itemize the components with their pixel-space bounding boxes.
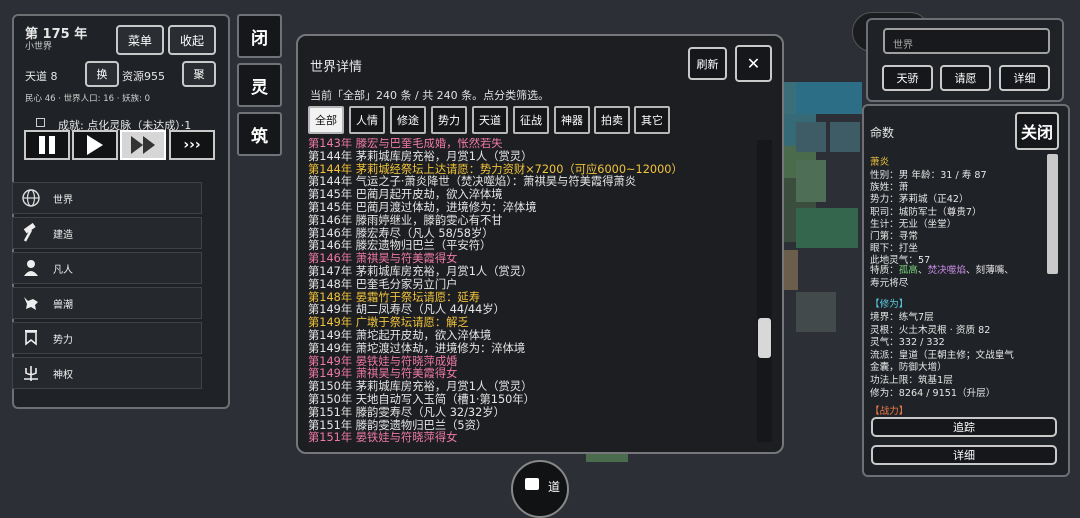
menu-button[interactable]: 菜单 xyxy=(116,25,164,55)
nav-label: 神权 xyxy=(53,369,73,381)
map-tile-mountain xyxy=(830,122,860,152)
cultivation-line: 修为：8264 / 9151（升层） xyxy=(870,387,996,399)
tab-auction[interactable]: 拍卖 xyxy=(594,106,630,134)
character-scrollbar[interactable] xyxy=(1047,154,1058,274)
close-icon: ✕ xyxy=(746,54,761,73)
map-tile-path xyxy=(784,250,798,290)
log-entry: 第145年 巴蔺月渡过体劫，进境修为：淬体境 xyxy=(308,200,537,214)
log-summary: 当前「全部」240 条 / 共 240 条。点分类筛选。 xyxy=(310,89,550,102)
nav-label: 建造 xyxy=(53,229,73,241)
prodigy-button[interactable]: 天骄 xyxy=(882,65,933,91)
nav-item-build[interactable]: 建造 xyxy=(12,217,202,249)
dao-button[interactable]: 道 xyxy=(511,460,569,518)
tab-other[interactable]: 其它 xyxy=(634,106,670,134)
nav-item-beast-tide[interactable]: 兽潮 xyxy=(12,287,202,319)
log-entry: 第151年 滕韵雯寿尽（凡人 32/32岁） xyxy=(308,405,505,419)
log-entry: 第149年 萧坨渡过体劫，进境修为：淬体境 xyxy=(308,341,526,355)
log-entry: 第146年 滕雨婷继业，滕韵雯心有不甘 xyxy=(308,213,503,227)
log-scrollbar-thumb[interactable] xyxy=(758,318,771,358)
collapse-button[interactable]: 收起 xyxy=(168,25,216,55)
gather-button[interactable]: 聚 xyxy=(182,61,216,87)
map-tile-mountain xyxy=(796,292,836,332)
dao-label: 道 xyxy=(548,480,561,494)
map-tile-mountain xyxy=(796,122,826,152)
log-entry: 第144年 茅莉城库房充裕，月赏1人（赏灵） xyxy=(308,149,533,163)
petition-button[interactable]: 请愿 xyxy=(940,65,991,91)
nav-item-mortals[interactable]: 凡人 xyxy=(12,252,202,284)
combat-header: 【战力】 xyxy=(870,406,909,417)
globe-icon xyxy=(13,188,49,208)
search-input[interactable]: 世界 xyxy=(883,28,1050,54)
world-type-label: 小世界 xyxy=(25,42,53,52)
tab-factions[interactable]: 势力 xyxy=(431,106,467,134)
tiandao-label: 天道 8 xyxy=(25,70,58,83)
tab-warfare[interactable]: 征战 xyxy=(513,106,549,134)
close-meditation-button[interactable]: 闭 xyxy=(237,14,282,58)
play-button[interactable] xyxy=(72,130,118,160)
tab-relations[interactable]: 人情 xyxy=(349,106,385,134)
map-tile-pond xyxy=(796,208,858,248)
person-icon xyxy=(13,258,49,278)
achievement-icon xyxy=(36,118,45,127)
character-detail-button[interactable]: 详细 xyxy=(871,445,1057,465)
tab-all[interactable]: 全部 xyxy=(308,106,344,134)
track-button[interactable]: 追踪 xyxy=(871,417,1057,437)
nav-label: 兽潮 xyxy=(53,299,73,311)
nav-item-divine[interactable]: 神权 xyxy=(12,357,202,389)
tab-artifacts[interactable]: 神器 xyxy=(554,106,590,134)
trident-icon xyxy=(13,363,49,383)
tab-heaven[interactable]: 天道 xyxy=(472,106,508,134)
nav-item-world[interactable]: 世界 xyxy=(12,182,202,214)
traits-row: 特质：孤高、焚决噬焰、刻薄嘴、 xyxy=(870,262,1014,276)
scroll-icon xyxy=(525,478,539,490)
hammer-icon xyxy=(13,223,49,243)
spirit-button[interactable]: 灵 xyxy=(237,63,282,107)
character-panel-header: 命数 xyxy=(870,126,895,140)
population-stats: 民心 46 · 世界人口: 16 · 妖族: 0 xyxy=(25,94,151,104)
dialog-title: 世界详情 xyxy=(310,60,363,75)
trait: 焚决噬焰 xyxy=(927,265,966,276)
map-tile-grass xyxy=(796,160,826,202)
log-entry: 第151年 晏铁娃与符晓萍得女 xyxy=(308,431,458,444)
close-character-button[interactable]: 关闭 xyxy=(1015,112,1059,150)
fastest-button[interactable]: ››› xyxy=(169,130,215,160)
refresh-button[interactable]: 刷新 xyxy=(688,47,727,80)
event-log[interactable]: 第143年 滕宏与巴奎毛成婚，怅然若失 第144年 茅莉城库房充裕，月赏1人（赏灵… xyxy=(308,138,748,444)
log-entry: 第148年 巴奎毛分家另立门户 xyxy=(308,277,458,291)
nav-label: 势力 xyxy=(53,334,73,346)
trait: 、刻薄嘴、 xyxy=(965,265,1014,276)
nav-label: 凡人 xyxy=(53,264,73,276)
play-icon xyxy=(87,135,103,155)
tab-cultivation[interactable]: 修途 xyxy=(390,106,426,134)
resources-label: 资源955 xyxy=(122,70,165,83)
log-entry: 第149年 萧坨起开皮劫，欲入淬体境 xyxy=(308,328,492,342)
log-entry: 第143年 滕宏与巴奎毛成婚，怅然若失 xyxy=(308,138,503,150)
wolf-icon xyxy=(13,293,49,313)
pause-button[interactable] xyxy=(24,130,70,160)
log-entry: 第147年 茅莉城库房充裕，月赏1人（赏灵） xyxy=(308,264,533,278)
banner-icon xyxy=(13,328,49,348)
triple-chevron-icon: ››› xyxy=(183,137,201,153)
fast-forward-icon xyxy=(131,136,143,154)
cultivation-header: 【修为】 xyxy=(870,299,909,310)
traits-list: 孤高、焚决噬焰、刻薄嘴、 xyxy=(899,265,1014,276)
character-name: 萧炎 xyxy=(870,157,890,168)
log-entry: 第150年 天地自动写入玉简（槽1·第150年） xyxy=(308,392,535,406)
trait: 、 xyxy=(917,265,928,276)
fast-forward-button[interactable] xyxy=(120,130,166,160)
traits-line2: 寿元将尽 xyxy=(870,278,909,289)
pause-icon xyxy=(39,136,45,154)
construct-button[interactable]: 筑 xyxy=(237,112,282,156)
nav-label: 世界 xyxy=(53,194,73,206)
details-button[interactable]: 详细 xyxy=(999,65,1050,91)
search-placeholder: 世界 xyxy=(893,40,913,51)
log-scrollbar-track[interactable] xyxy=(757,140,772,442)
close-dialog-button[interactable]: ✕ xyxy=(735,45,772,82)
nav-item-factions[interactable]: 势力 xyxy=(12,322,202,354)
map-tile-water xyxy=(796,82,862,114)
swap-button[interactable]: 换 xyxy=(85,61,119,87)
